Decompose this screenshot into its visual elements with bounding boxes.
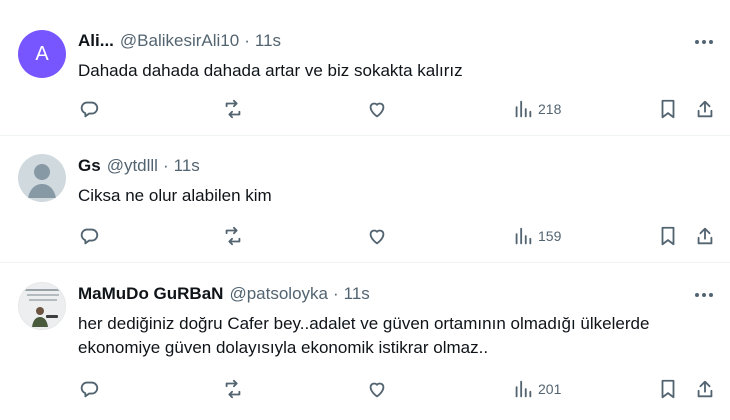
tweet[interactable]: A Ali... @BalikesirAli10 · 11s Dahada da…: [0, 0, 730, 136]
bookmark-button[interactable]: [657, 97, 679, 121]
tweet-header: Gs @ytdlll · 11s: [78, 155, 200, 177]
tweet-text-line: ekonomiye güven dolayısıyla ekonomik ist…: [78, 338, 489, 357]
avatar-letter: A: [35, 42, 49, 65]
retweet-icon: [225, 99, 241, 119]
retweet-button[interactable]: [222, 97, 244, 121]
avatar[interactable]: [18, 154, 66, 202]
tweet-feed: A Ali... @BalikesirAli10 · 11s Dahada da…: [0, 0, 730, 420]
heart-icon: [369, 229, 385, 245]
bookmark-button[interactable]: [657, 224, 679, 248]
views-chart-icon: [515, 227, 532, 245]
avatar[interactable]: A: [18, 30, 66, 78]
display-name[interactable]: Gs: [78, 156, 101, 176]
share-icon: [697, 100, 713, 118]
retweet-button[interactable]: [222, 224, 244, 248]
like-button[interactable]: [366, 97, 388, 121]
views-button[interactable]: 218: [512, 97, 561, 121]
like-button[interactable]: [366, 224, 388, 248]
share-icon: [697, 380, 713, 398]
separator-dot: ·: [162, 156, 169, 175]
separator-dot: ·: [244, 31, 250, 50]
retweet-icon: [225, 226, 241, 246]
views-count: 201: [538, 381, 562, 397]
more-options-button[interactable]: [692, 285, 716, 305]
views-chart-icon: [515, 380, 532, 398]
action-bar: 159: [0, 224, 730, 248]
more-horizontal-icon: [695, 293, 713, 297]
reply-button[interactable]: [78, 377, 100, 401]
views-button[interactable]: 159: [512, 224, 561, 248]
bookmark-button[interactable]: [657, 377, 679, 401]
user-handle[interactable]: @patsoloyka: [229, 284, 328, 304]
default-avatar-icon: [28, 164, 56, 198]
timestamp[interactable]: 11s: [344, 284, 370, 304]
reply-button[interactable]: [78, 224, 100, 248]
action-bar: 218: [0, 97, 730, 121]
action-bar: 201: [0, 377, 730, 401]
bookmark-icon: [661, 226, 675, 246]
views-count: 159: [538, 228, 562, 244]
display-name[interactable]: Ali...: [78, 31, 114, 51]
tweet-text-line: Ciksa ne olur alabilen kim: [78, 186, 272, 205]
display-name[interactable]: MaMuDo GuRBaN: [78, 284, 223, 304]
tweet-text: her dediğiniz doğru Cafer bey..adalet ve…: [78, 312, 649, 360]
tweet-header: MaMuDo GuRBaN @patsoloyka · 11s: [78, 283, 370, 305]
reply-icon: [80, 381, 99, 398]
profile-photo-icon: [25, 289, 61, 327]
share-icon: [697, 227, 713, 245]
heart-icon: [369, 382, 385, 398]
reply-icon: [80, 101, 99, 118]
views-chart-icon: [515, 100, 532, 118]
tweet-text: Dahada dahada dahada artar ve biz sokakt…: [78, 59, 463, 83]
reply-button[interactable]: [78, 97, 100, 121]
tweet-header: Ali... @BalikesirAli10 · 11s: [78, 30, 281, 52]
reply-icon: [80, 228, 99, 245]
separator-dot: ·: [332, 284, 339, 303]
avatar[interactable]: [18, 282, 66, 330]
views-button[interactable]: 201: [512, 377, 561, 401]
user-handle[interactable]: @BalikesirAli10: [120, 31, 239, 51]
heart-icon: [369, 102, 385, 118]
timestamp[interactable]: 11s: [255, 31, 281, 51]
share-button[interactable]: [694, 97, 716, 121]
share-button[interactable]: [694, 377, 716, 401]
bookmark-icon: [661, 99, 675, 119]
timestamp[interactable]: 11s: [174, 156, 200, 176]
retweet-icon: [225, 379, 241, 399]
tweet-text-line: her dediğiniz doğru Cafer bey..adalet ve…: [78, 314, 650, 333]
like-button[interactable]: [366, 377, 388, 401]
more-options-button[interactable]: [692, 32, 716, 52]
share-button[interactable]: [694, 224, 716, 248]
retweet-button[interactable]: [222, 377, 244, 401]
tweet-text-line: Dahada dahada dahada artar ve biz sokakt…: [78, 61, 463, 80]
user-handle[interactable]: @ytdlll: [107, 156, 158, 176]
views-count: 218: [538, 101, 562, 117]
tweet[interactable]: MaMuDo GuRBaN @patsoloyka · 11s her dedi…: [0, 263, 730, 420]
tweet-text: Ciksa ne olur alabilen kim: [78, 184, 272, 208]
bookmark-icon: [661, 379, 675, 399]
tweet[interactable]: Gs @ytdlll · 11s Ciksa ne olur alabilen …: [0, 136, 730, 263]
more-horizontal-icon: [695, 40, 713, 44]
